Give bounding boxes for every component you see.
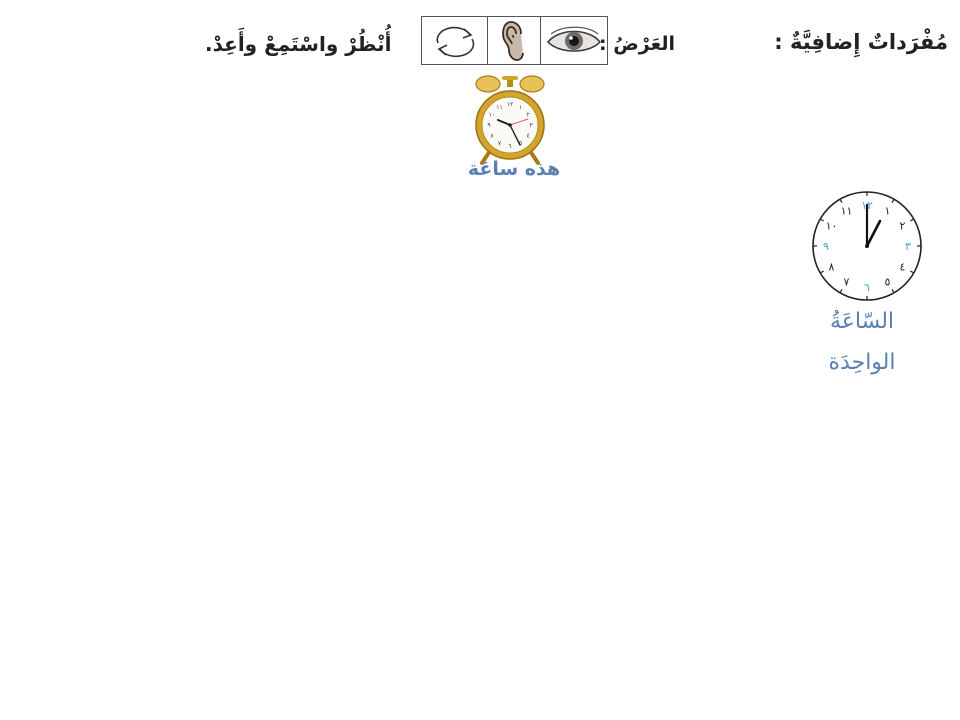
clock-numeral: ٢: [900, 220, 906, 233]
clock-numeral: ٩: [823, 240, 829, 253]
repeat-arrows-icon: [422, 17, 489, 64]
alarm-clock-caption: هذه ساعَة: [467, 158, 561, 180]
clock-numeral: ١٠: [489, 112, 495, 119]
look-listen-repeat-icons: [421, 16, 608, 65]
clock-numeral: ١: [519, 104, 522, 111]
clock-numeral: ٥: [885, 276, 891, 289]
clock-numeral: ٤: [900, 261, 906, 274]
clock-numeral: ٦: [508, 143, 511, 150]
alarm-clock-icon: ١٢ ١ ٢ ٣ ٤ ٥ ٦ ٧ ٨ ٩ ١٠ ١١: [468, 73, 552, 165]
ear-icon: [488, 17, 541, 64]
instruction-text: أُنْظُرْ واسْتَمِعْ وأَعِدْ.: [205, 32, 392, 56]
wall-clock-caption-line2: الواحِدَة: [828, 350, 896, 375]
wall-clock-icon: ١٢١٢٣٤٥٦٧٨٩١٠١١: [810, 189, 924, 303]
clock-numeral: ٢: [527, 112, 530, 119]
clock-numeral: ١: [885, 204, 891, 217]
clock-numeral: ٤: [527, 133, 530, 140]
clock-numeral: ٧: [844, 276, 850, 289]
eye-icon: [541, 17, 607, 64]
clock-numeral: ١٠: [826, 220, 838, 233]
clock-numeral: ٩: [487, 122, 490, 129]
clock-numeral: ٨: [829, 261, 835, 274]
clock-numeral: ١٢: [507, 101, 513, 108]
clock-numeral: ٣: [905, 240, 911, 253]
wall-clock-caption-line1: السّاعَةُ: [829, 309, 895, 334]
clock-numeral: ١١: [496, 104, 502, 111]
section-label: العَرْضُ :: [599, 33, 675, 55]
page-title: مُفْرَداتٌ إِضافِيَّةٌ :: [774, 30, 948, 54]
clock-numeral: ١١: [841, 204, 853, 217]
clock-numeral: ٦: [864, 281, 870, 294]
